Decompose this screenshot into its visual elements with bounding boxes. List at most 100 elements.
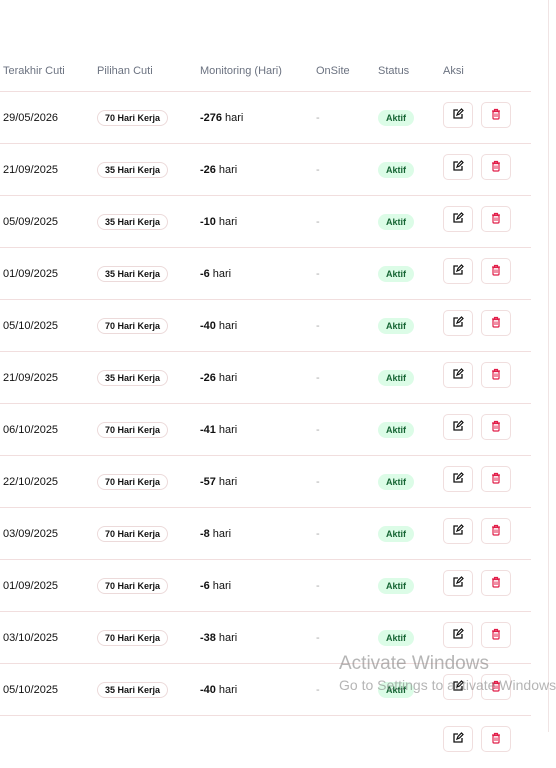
monitoring-days: -8 — [200, 528, 210, 540]
monitoring-unit: hari — [218, 476, 238, 488]
edit-button[interactable] — [443, 102, 473, 128]
delete-button[interactable] — [481, 726, 511, 752]
last-leave-date: 22/10/2025 — [3, 476, 59, 488]
header-status: Status — [378, 65, 410, 77]
edit-button[interactable] — [443, 726, 473, 752]
edit-button[interactable] — [443, 206, 473, 232]
edit-button[interactable] — [443, 362, 473, 388]
delete-button[interactable] — [481, 674, 511, 700]
edit-icon — [452, 107, 464, 123]
table-row: 29/05/2026 70 Hari Kerja -276 hari - Akti… — [0, 91, 531, 144]
table-row: 05/10/2025 70 Hari Kerja -40 hari - Aktif — [0, 299, 531, 352]
table-row: 03/10/2025 70 Hari Kerja -38 hari - Aktif — [0, 611, 531, 664]
onsite-value: - — [316, 320, 320, 332]
monitoring-unit: hari — [212, 528, 232, 540]
header-pilihan-cuti: Pilihan Cuti — [97, 65, 153, 77]
trash-icon — [490, 576, 502, 591]
leave-option-pill: 35 Hari Kerja — [97, 266, 169, 282]
status-badge: Aktif — [378, 318, 414, 334]
last-leave-date: 05/09/2025 — [3, 216, 59, 228]
edit-button[interactable] — [443, 570, 473, 596]
status-badge: Aktif — [378, 526, 414, 542]
status-badge: Aktif — [378, 630, 414, 646]
edit-button[interactable] — [443, 258, 473, 284]
trash-icon — [490, 108, 502, 123]
status-badge: Aktif — [378, 422, 414, 438]
table-row: 21/09/2025 35 Hari Kerja -26 hari - Aktif — [0, 143, 531, 196]
onsite-value: - — [316, 216, 320, 228]
onsite-value: - — [316, 528, 320, 540]
trash-icon — [490, 160, 502, 175]
trash-icon — [490, 316, 502, 331]
monitoring-unit: hari — [218, 684, 238, 696]
edit-button[interactable] — [443, 154, 473, 180]
trash-icon — [490, 264, 502, 279]
monitoring-unit: hari — [218, 372, 238, 384]
monitoring-days: -6 — [200, 268, 210, 280]
last-leave-date: 06/10/2025 — [3, 424, 59, 436]
table-row: 01/09/2025 70 Hari Kerja -6 hari - Aktif — [0, 559, 531, 612]
monitoring-value: -57 hari — [200, 456, 237, 508]
delete-button[interactable] — [481, 102, 511, 128]
monitoring-value: -26 hari — [200, 144, 237, 196]
trash-icon — [490, 732, 502, 747]
table-row: 01/09/2025 35 Hari Kerja -6 hari - Aktif — [0, 247, 531, 300]
edit-button[interactable] — [443, 518, 473, 544]
monitoring-unit: hari — [218, 632, 238, 644]
scroll-edge — [548, 0, 549, 732]
monitoring-value: -8 hari — [200, 508, 231, 560]
status-badge: Aktif — [378, 370, 414, 386]
leave-option-pill: 70 Hari Kerja — [97, 110, 169, 126]
edit-button[interactable] — [443, 674, 473, 700]
monitoring-value: -276 hari — [200, 92, 243, 144]
last-leave-date: 21/09/2025 — [3, 372, 59, 384]
delete-button[interactable] — [481, 362, 511, 388]
edit-button[interactable] — [443, 466, 473, 492]
delete-button[interactable] — [481, 206, 511, 232]
monitoring-value: -41 hari — [200, 404, 237, 456]
monitoring-unit: hari — [212, 268, 232, 280]
edit-button[interactable] — [443, 622, 473, 648]
delete-button[interactable] — [481, 310, 511, 336]
delete-button[interactable] — [481, 414, 511, 440]
edit-icon — [452, 159, 464, 175]
monitoring-value: -40 hari — [200, 664, 237, 716]
last-leave-date: 29/05/2026 — [3, 112, 59, 124]
edit-icon — [452, 731, 464, 747]
trash-icon — [490, 212, 502, 227]
delete-button[interactable] — [481, 622, 511, 648]
onsite-value: - — [316, 580, 320, 592]
monitoring-days: -10 — [200, 216, 216, 228]
delete-button[interactable] — [481, 518, 511, 544]
onsite-value: - — [316, 424, 320, 436]
leave-option-pill: 70 Hari Kerja — [97, 630, 169, 646]
leave-option-pill: 35 Hari Kerja — [97, 162, 169, 178]
monitoring-unit: hari — [212, 580, 232, 592]
edit-button[interactable] — [443, 310, 473, 336]
leave-option-pill: 70 Hari Kerja — [97, 318, 169, 334]
edit-icon — [452, 627, 464, 643]
monitoring-value: -10 hari — [200, 196, 237, 248]
delete-button[interactable] — [481, 570, 511, 596]
edit-button[interactable] — [443, 414, 473, 440]
onsite-value: - — [316, 476, 320, 488]
onsite-value: - — [316, 372, 320, 384]
status-badge: Aktif — [378, 266, 414, 282]
delete-button[interactable] — [481, 466, 511, 492]
monitoring-days: -26 — [200, 164, 216, 176]
table-row: 05/09/2025 35 Hari Kerja -10 hari - Aktif — [0, 195, 531, 248]
edit-icon — [452, 367, 464, 383]
monitoring-days: -40 — [200, 320, 216, 332]
leave-option-pill: 70 Hari Kerja — [97, 422, 169, 438]
header-onsite: OnSite — [316, 65, 350, 77]
trash-icon — [490, 628, 502, 643]
onsite-value: - — [316, 112, 320, 124]
delete-button[interactable] — [481, 154, 511, 180]
status-badge: Aktif — [378, 110, 414, 126]
trash-icon — [490, 420, 502, 435]
table-row: 22/10/2025 70 Hari Kerja -57 hari - Aktif — [0, 455, 531, 508]
delete-button[interactable] — [481, 258, 511, 284]
edit-icon — [452, 315, 464, 331]
monitoring-days: -57 — [200, 476, 216, 488]
last-leave-date: 01/09/2025 — [3, 268, 59, 280]
